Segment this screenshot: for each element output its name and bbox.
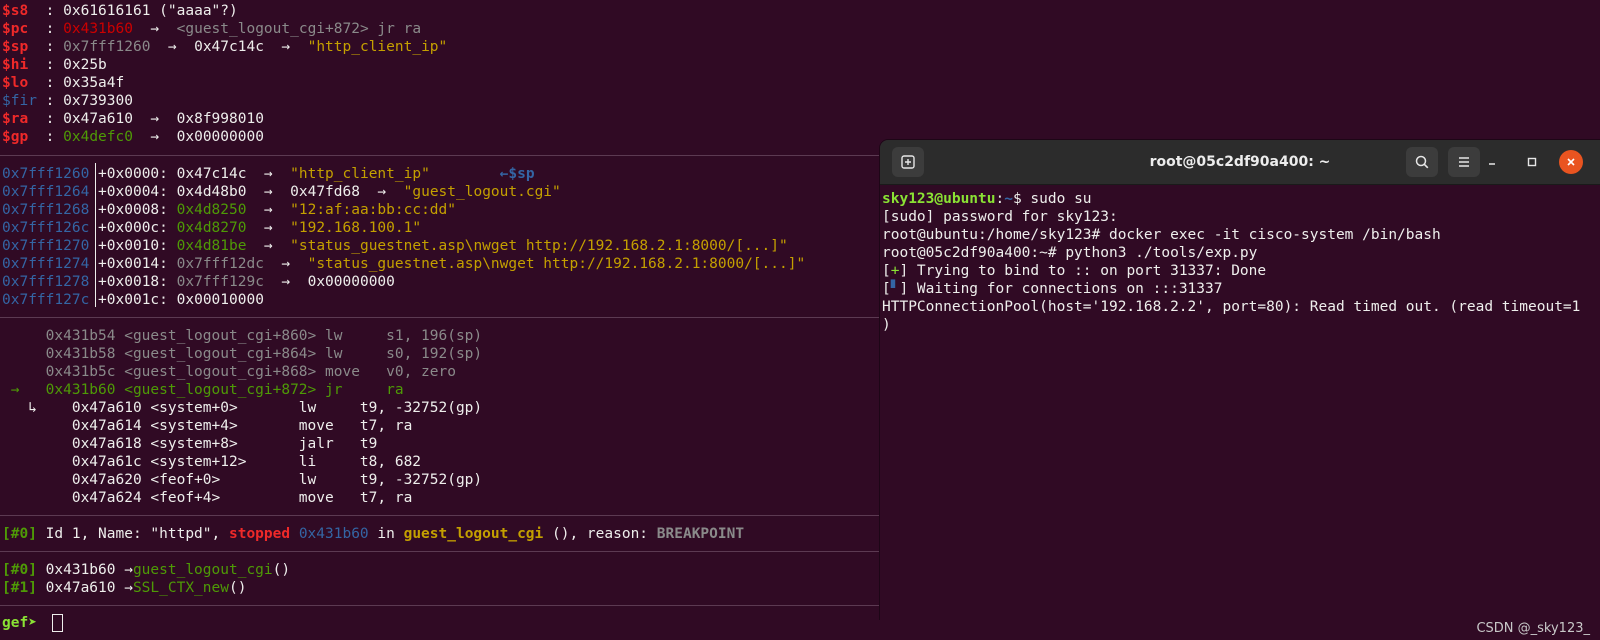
code-line-future: 0x47a61c <system+12> li t8, 682 bbox=[2, 454, 422, 470]
hamburger-menu-icon bbox=[1459, 157, 1469, 167]
code-line-future: 0x47a614 <system+4> move t7, ra bbox=[2, 418, 413, 434]
terminal-line: sky123@ubuntu:~$ sudo su bbox=[882, 191, 1092, 207]
section-divider bbox=[0, 155, 880, 156]
terminal-line: ) bbox=[882, 317, 891, 333]
trace-row: [#0] 0x431b60 →guest_logout_cgi() bbox=[2, 562, 291, 578]
maximize-button[interactable] bbox=[1520, 150, 1544, 174]
terminal-line: [+] Trying to bind to :: on port 31337: … bbox=[882, 263, 1267, 279]
code-line-future: 0x47a618 <system+8> jalr t9 bbox=[2, 436, 378, 452]
terminal-line: HTTPConnectionPool(host='192.168.2.2', p… bbox=[882, 299, 1581, 315]
section-divider bbox=[0, 551, 880, 552]
minimize-icon bbox=[1489, 163, 1495, 165]
register-row: $lo : 0x35a4f bbox=[2, 75, 125, 91]
menu-button[interactable] bbox=[1448, 147, 1480, 177]
stack-row: 0x7fff1268 +0x0008: 0x4d8250 → "12:af:aa… bbox=[2, 202, 456, 218]
code-line-past: 0x431b5c <guest_logout_cgi+868> move v0,… bbox=[2, 364, 456, 380]
thread-info: [#0] Id 1, Name: "httpd", stopped 0x431b… bbox=[2, 526, 745, 542]
watermark: CSDN @_sky123_ bbox=[1476, 621, 1590, 636]
minimize-button[interactable] bbox=[1480, 150, 1504, 174]
gef-prompt[interactable]: gef➤ bbox=[2, 614, 63, 632]
register-row: $s8 : 0x61616161 ("aaaa"?) bbox=[2, 3, 238, 19]
code-line-past: 0x431b58 <guest_logout_cgi+864> lw s0, 1… bbox=[2, 346, 483, 362]
stack-row: 0x7fff1260 +0x0000: 0x47c14c → "http_cli… bbox=[2, 166, 535, 182]
code-line-future: 0x47a624 <feof+4> move t7, ra bbox=[2, 490, 413, 506]
maximize-icon bbox=[1527, 157, 1537, 167]
section-divider bbox=[0, 605, 880, 606]
close-button[interactable] bbox=[1559, 150, 1583, 174]
stack-row: 0x7fff1270 +0x0010: 0x4d81be → "status_g… bbox=[2, 238, 788, 254]
register-row: $hi : 0x25b bbox=[2, 57, 107, 73]
stack-row: 0x7fff1278 +0x0018: 0x7fff129c → 0x00000… bbox=[2, 274, 395, 290]
terminal-line: root@05c2df90a400:~# python3 ./tools/exp… bbox=[882, 245, 1258, 261]
register-row: $sp : 0x7fff1260 → 0x47c14c → "http_clie… bbox=[2, 39, 448, 55]
stack-row: 0x7fff127c +0x001c: 0x00010000 bbox=[2, 292, 264, 308]
register-row: $gp : 0x4defc0 → 0x00000000 bbox=[2, 129, 264, 145]
close-icon bbox=[1567, 158, 1575, 166]
code-line-past: 0x431b54 <guest_logout_cgi+860> lw s1, 1… bbox=[2, 328, 483, 344]
search-icon bbox=[1415, 155, 1429, 169]
code-line-future: 0x47a620 <feof+0> lw t9, -32752(gp) bbox=[2, 472, 483, 488]
register-row: $fir : 0x739300 bbox=[2, 93, 133, 109]
stack-row: 0x7fff1264 +0x0004: 0x4d48b0 → 0x47fd68 … bbox=[2, 184, 561, 200]
title-bar[interactable]: root@05c2df90a400: ~ bbox=[880, 140, 1600, 185]
terminal-line: [▘] Waiting for connections on :::31337 bbox=[882, 281, 1223, 297]
section-divider bbox=[0, 317, 880, 318]
new-tab-button[interactable] bbox=[892, 147, 924, 177]
register-row: $ra : 0x47a610 → 0x8f998010 bbox=[2, 111, 264, 127]
window-title: root@05c2df90a400: ~ bbox=[1149, 154, 1331, 170]
section-divider bbox=[0, 515, 880, 516]
stack-row: 0x7fff126c +0x000c: 0x4d8270 → "192.168.… bbox=[2, 220, 422, 236]
register-row: $pc : 0x431b60 → <guest_logout_cgi+872> … bbox=[2, 21, 422, 37]
terminal-line: root@ubuntu:/home/sky123# docker exec -i… bbox=[882, 227, 1441, 243]
code-line-current: → 0x431b60 <guest_logout_cgi+872> jr ra bbox=[2, 382, 404, 398]
terminal-window: root@05c2df90a400: ~ sky123@ubuntu:~$ su… bbox=[880, 140, 1600, 620]
stack-row: 0x7fff1274 +0x0014: 0x7fff12dc → "status… bbox=[2, 256, 806, 272]
terminal-line: [sudo] password for sky123: bbox=[882, 209, 1118, 225]
code-line-future: ↳ 0x47a610 <system+0> lw t9, -32752(gp) bbox=[2, 400, 483, 416]
new-tab-icon bbox=[901, 155, 915, 169]
search-button[interactable] bbox=[1406, 147, 1438, 177]
text-cursor bbox=[51, 614, 63, 632]
trace-row: [#1] 0x47a610 →SSL_CTX_new() bbox=[2, 580, 247, 596]
